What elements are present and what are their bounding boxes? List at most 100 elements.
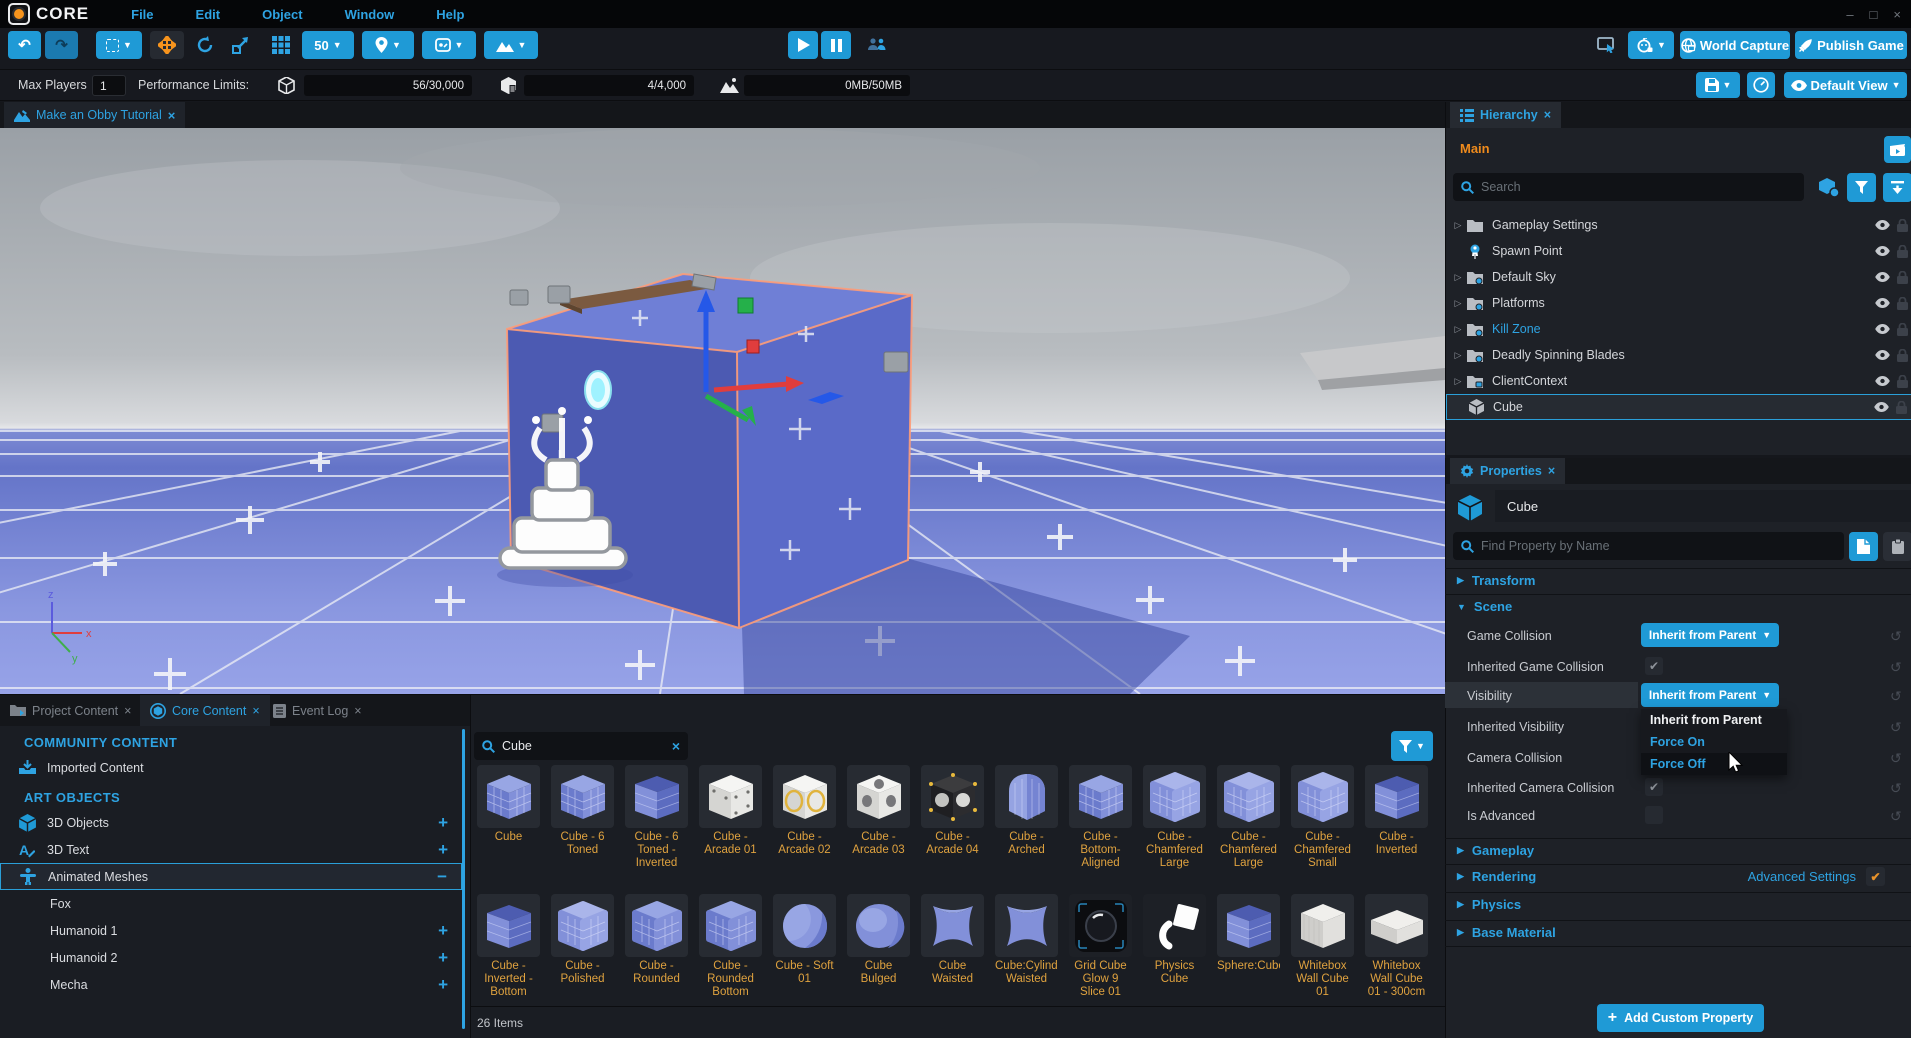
game-collision-dropdown[interactable]: Inherit from Parent▼ bbox=[1641, 623, 1779, 647]
asset-tile-18[interactable]: Cube Bulged bbox=[847, 894, 910, 1000]
expand-arrow-icon[interactable]: ▷ bbox=[1450, 272, 1466, 283]
asset-tile-21[interactable]: Grid Cube Glow 9 Slice 01 bbox=[1069, 894, 1132, 1000]
asset-tile-10[interactable]: Cube - Chamfered Large bbox=[1217, 765, 1280, 871]
paste-properties-button[interactable] bbox=[1883, 532, 1911, 561]
tab-core-content[interactable]: Core Content× bbox=[140, 695, 270, 726]
advanced-settings-checkbox[interactable]: ✔ bbox=[1866, 867, 1885, 886]
asset-tile-17[interactable]: Cube - Soft 01 bbox=[773, 894, 836, 1000]
lock-icon[interactable] bbox=[1897, 219, 1908, 232]
asset-tile-8[interactable]: Cube - Bottom-Aligned bbox=[1069, 765, 1132, 871]
lock-icon[interactable] bbox=[1897, 375, 1908, 388]
asset-tile-16[interactable]: Cube - Rounded Bottom bbox=[699, 894, 762, 1000]
performance-gauge-button[interactable] bbox=[1747, 72, 1775, 98]
rotate-tool-button[interactable] bbox=[190, 31, 220, 59]
visibility-dropdown[interactable]: Inherit from Parent▼ bbox=[1641, 683, 1779, 707]
add-icon[interactable]: + bbox=[438, 948, 448, 968]
window-maximize-button[interactable]: □ bbox=[1870, 7, 1878, 22]
move-tool-button[interactable] bbox=[150, 31, 184, 59]
visibility-eye-icon[interactable] bbox=[1875, 298, 1890, 308]
asset-tile-22[interactable]: Physics Cube bbox=[1143, 894, 1206, 1000]
asset-filter-button[interactable]: ▼ bbox=[1391, 731, 1433, 761]
world-capture-button[interactable]: World Capture bbox=[1680, 31, 1790, 59]
asset-tile-0[interactable]: Cube bbox=[477, 765, 540, 871]
category-mecha[interactable]: Mecha+ bbox=[0, 971, 462, 998]
asset-search-input[interactable]: Cube × bbox=[474, 732, 688, 760]
collapse-all-button[interactable] bbox=[1883, 173, 1911, 202]
hierarchy-item-kill-zone[interactable]: ▷Kill Zone bbox=[1446, 316, 1911, 342]
category-3d-text[interactable]: A3D Text+ bbox=[0, 836, 462, 863]
undo-button[interactable]: ↶ bbox=[8, 31, 41, 59]
hierarchy-tab[interactable]: Hierarchy× bbox=[1450, 102, 1561, 128]
reset-icon[interactable]: ↺ bbox=[1890, 719, 1902, 736]
pause-button[interactable] bbox=[821, 31, 851, 59]
grid-snap-icon-button[interactable] bbox=[266, 31, 296, 59]
asset-tile-24[interactable]: Whitebox Wall Cube 01 bbox=[1291, 894, 1354, 1000]
reset-icon[interactable]: ↺ bbox=[1890, 688, 1902, 705]
terrain-dropdown[interactable]: ▼ bbox=[484, 31, 538, 59]
menu-edit[interactable]: Edit bbox=[196, 7, 221, 22]
copy-properties-button[interactable] bbox=[1849, 532, 1878, 561]
tab-project-content[interactable]: Project Content× bbox=[0, 695, 141, 726]
section-physics[interactable]: ▶Physics bbox=[1445, 892, 1911, 916]
category-animated-meshes[interactable]: Animated Meshes− bbox=[0, 863, 462, 890]
reset-icon[interactable]: ↺ bbox=[1890, 808, 1902, 825]
screen-share-button[interactable] bbox=[1590, 31, 1622, 59]
property-search-input[interactable]: Find Property by Name bbox=[1453, 532, 1844, 560]
menu-option-inherit-from-parent[interactable]: Inherit from Parent bbox=[1641, 709, 1787, 731]
hierarchy-item-cube[interactable]: Cube bbox=[1446, 394, 1911, 420]
visibility-eye-icon[interactable] bbox=[1874, 402, 1889, 412]
hierarchy-item-gameplay-settings[interactable]: ▷Gameplay Settings bbox=[1446, 212, 1911, 238]
window-minimize-button[interactable]: – bbox=[1846, 7, 1853, 22]
sidebar-scrollbar[interactable] bbox=[462, 729, 465, 1029]
tab-event-log[interactable]: Event Log× bbox=[263, 695, 372, 726]
section-base-material[interactable]: ▶Base Material bbox=[1445, 920, 1911, 944]
lock-icon[interactable] bbox=[1897, 323, 1908, 336]
transform-gizmo[interactable] bbox=[640, 278, 870, 438]
asset-tile-6[interactable]: Cube - Arcade 04 bbox=[921, 765, 984, 871]
is-advanced-checkbox[interactable] bbox=[1645, 806, 1663, 824]
add-icon[interactable]: + bbox=[438, 921, 448, 941]
default-view-dropdown[interactable]: Default View▼ bbox=[1784, 72, 1907, 98]
scale-tool-button[interactable] bbox=[226, 31, 256, 59]
menu-help[interactable]: Help bbox=[436, 7, 464, 22]
hierarchy-item-deadly-spinning-blades[interactable]: ▷Deadly Spinning Blades bbox=[1446, 342, 1911, 368]
asset-tile-3[interactable]: Cube - Arcade 01 bbox=[699, 765, 762, 871]
hierarchy-search-input[interactable]: Search bbox=[1453, 173, 1804, 201]
asset-tile-14[interactable]: Cube - Polished bbox=[551, 894, 614, 1000]
asset-tile-11[interactable]: Cube - Chamfered Small bbox=[1291, 765, 1354, 871]
pivot-dropdown[interactable]: ▼ bbox=[362, 31, 414, 59]
redo-button[interactable]: ↷ bbox=[45, 31, 78, 59]
visibility-eye-icon[interactable] bbox=[1875, 272, 1890, 282]
hierarchy-cube-filter-icon[interactable] bbox=[1818, 178, 1840, 198]
add-icon[interactable]: + bbox=[438, 840, 448, 860]
asset-tile-20[interactable]: Cube:Cylinder Waisted bbox=[995, 894, 1058, 1000]
menu-file[interactable]: File bbox=[131, 7, 153, 22]
expand-arrow-icon[interactable]: ▷ bbox=[1450, 350, 1466, 361]
capture-bot-dropdown[interactable]: ▼ bbox=[1628, 31, 1674, 59]
asset-tile-4[interactable]: Cube - Arcade 02 bbox=[773, 765, 836, 871]
reset-icon[interactable]: ↺ bbox=[1890, 750, 1902, 767]
menu-option-force-on[interactable]: Force On bbox=[1641, 731, 1787, 753]
menu-object[interactable]: Object bbox=[262, 7, 302, 22]
asset-tile-23[interactable]: Sphere:Cube bbox=[1217, 894, 1280, 1000]
inherited-camera-collision-checkbox[interactable]: ✔ bbox=[1645, 778, 1663, 796]
category-fox[interactable]: Fox bbox=[0, 890, 462, 917]
expand-arrow-icon[interactable]: ▷ bbox=[1450, 220, 1466, 231]
clear-search-icon[interactable]: × bbox=[672, 738, 680, 754]
asset-tile-9[interactable]: Cube - Chamfered Large bbox=[1143, 765, 1206, 871]
play-button[interactable] bbox=[788, 31, 818, 59]
hierarchy-item-spawn-point[interactable]: Spawn Point bbox=[1446, 238, 1911, 264]
lock-icon[interactable] bbox=[1897, 349, 1908, 362]
asset-tile-2[interactable]: Cube - 6 Toned - Inverted bbox=[625, 765, 688, 871]
properties-tab[interactable]: Properties× bbox=[1450, 458, 1565, 484]
asset-tile-1[interactable]: Cube - 6 Toned bbox=[551, 765, 614, 871]
section-scene[interactable]: ▼Scene bbox=[1445, 594, 1911, 618]
asset-tile-5[interactable]: Cube - Arcade 03 bbox=[847, 765, 910, 871]
scene-camera-button[interactable] bbox=[1884, 136, 1911, 163]
placement-settings-dropdown[interactable]: ▼ bbox=[422, 31, 476, 59]
section-gameplay[interactable]: ▶Gameplay bbox=[1445, 838, 1911, 862]
reset-icon[interactable]: ↺ bbox=[1890, 780, 1902, 797]
asset-tile-25[interactable]: Whitebox Wall Cube 01 - 300cm bbox=[1365, 894, 1428, 1000]
save-dropdown-button[interactable]: ▼ bbox=[1696, 72, 1740, 98]
visibility-eye-icon[interactable] bbox=[1875, 324, 1890, 334]
